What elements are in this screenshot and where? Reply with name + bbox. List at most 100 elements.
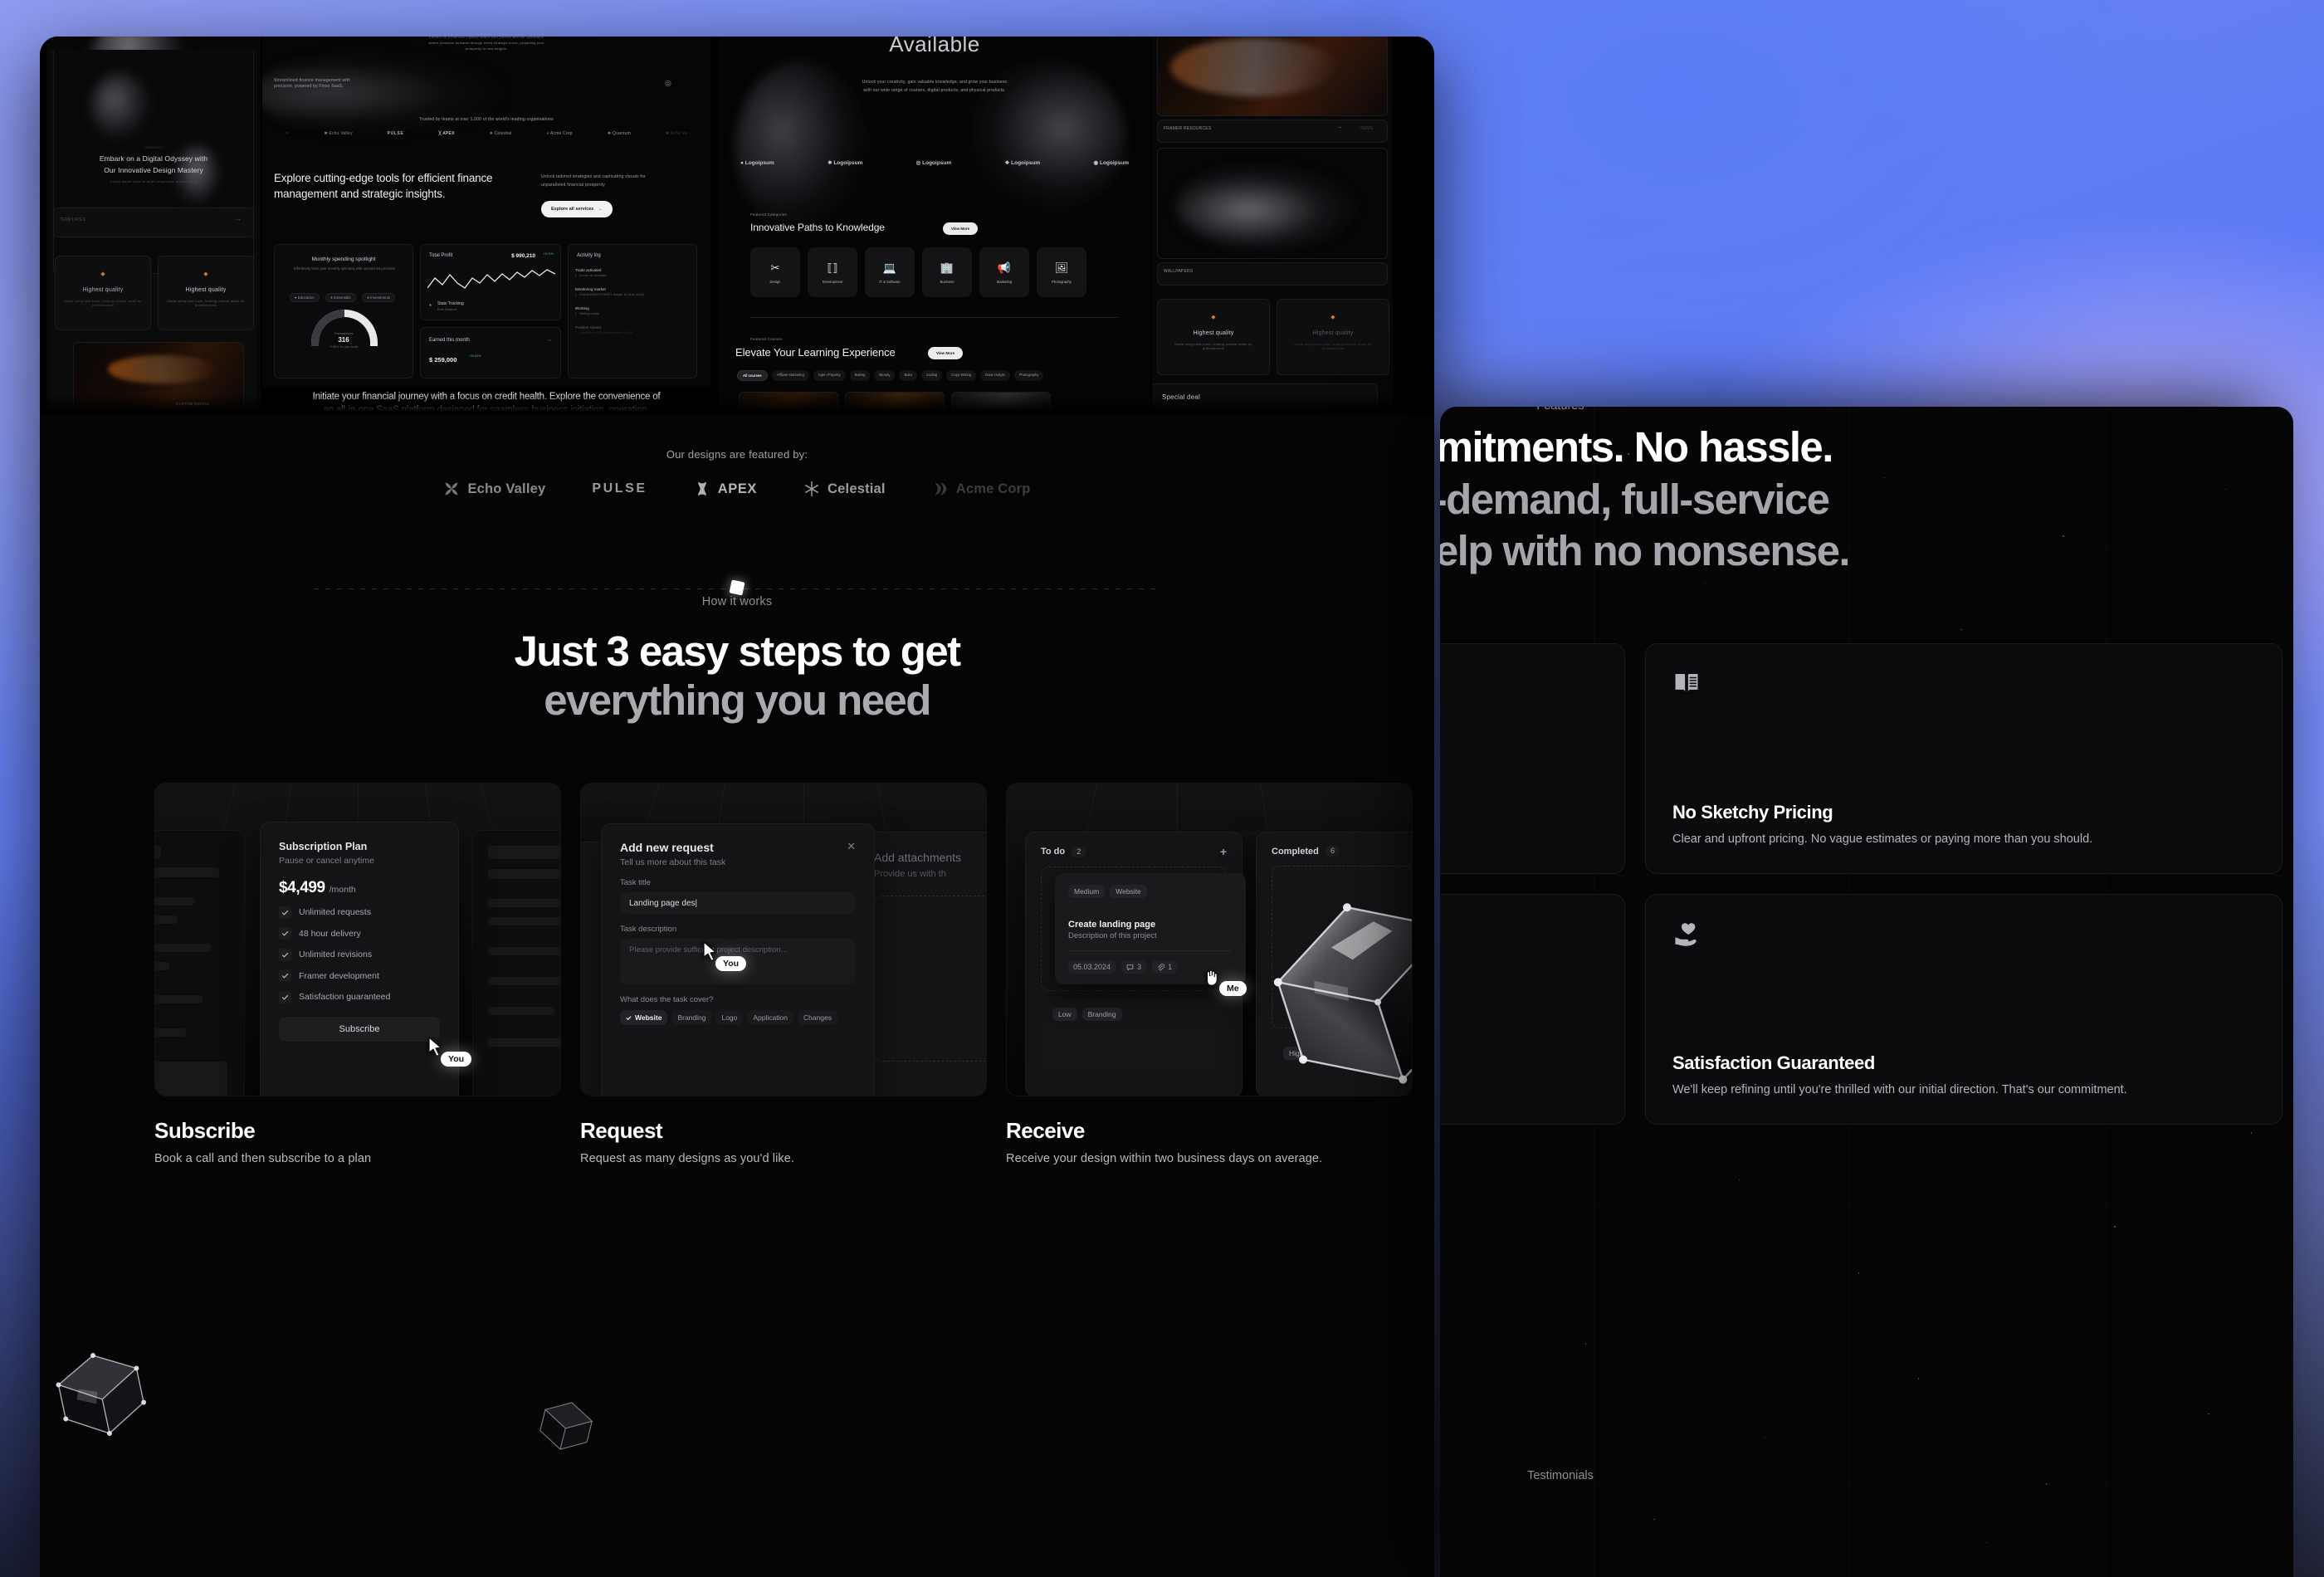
category-card-design[interactable]: ✂ Design [750,247,800,297]
feature-card-lightning-fast[interactable]: Lightning Fast No waiting around—we dive… [1440,643,1625,874]
form-title: Add new request [620,841,714,855]
logo-label: Acme Corp [955,481,1031,496]
kanban-card-high[interactable]: High [1272,1035,1412,1079]
resources-items-label: ITEMS [1360,126,1374,131]
cover-chip-logo[interactable]: Logo [715,1010,744,1026]
finance-cta-button[interactable]: Explore all services → [541,201,613,217]
finance-tracking-title: Stats Tracking [437,301,464,306]
tracking-icon: ● [429,303,432,308]
subscribe-button[interactable]: Subscribe [279,1016,440,1042]
plus-icon[interactable]: + [1220,846,1227,857]
step-request-visual: Add attachments Provide us with th Add n… [580,783,987,1097]
step-request: Add attachments Provide us with th Add n… [580,783,987,1165]
filter-chip[interactable]: Copy Writing [946,370,977,381]
cover-chip-changes[interactable]: Changes [797,1010,838,1026]
cursor-pointer-you: You [427,1037,472,1067]
collage-quality-title: Highest quality [82,287,124,293]
check-icon [279,948,291,961]
plan-feature: Unlimited revisions [279,948,440,961]
resources-wallpapers-label: WALLPAPERS [1164,269,1194,274]
task-title-input[interactable]: Landing page des| [620,892,856,915]
shield-icon: ◆ [100,271,105,277]
crystal-cube-small-left [46,1340,157,1450]
plan-title: Subscription Plan [279,841,368,853]
finance-earned-delta: +10.61% [469,354,481,358]
resources-quality-desc: Made using best tools, looking custom ma… [1294,342,1372,351]
feature-card-satisfaction-guaranteed[interactable]: Satisfaction Guaranteed We'll keep refin… [1645,894,2282,1125]
megaphone-icon: 📢 [997,261,1012,274]
feature-description: Clear and upfront pricing. No vague esti… [1672,832,2093,847]
logo-label: Celestial [828,481,886,496]
kanban-card-lower[interactable]: Low Branding [1041,998,1227,1073]
filter-chip[interactable]: Buku [899,370,917,381]
finance-gauge-value: 316 [338,336,349,344]
learning-view-more-button[interactable]: View More [943,222,979,235]
more-icon[interactable]: → [546,337,552,343]
plan-feature-label: 48 hour delivery [299,928,361,939]
overlay-heading-line-2: Just on-demand, full-service [1440,475,1830,523]
category-label: Design [769,279,781,284]
learning-cat-eyebrow: Featured Categories [750,212,787,217]
collage-templates-headline-2: Our Innovative Design Mastery [104,166,203,174]
filter-chip[interactable]: Agen Property [813,370,846,381]
learning-sub-1: Unlock your creativity, gain valuable kn… [862,80,1008,85]
check-icon [279,927,291,940]
activity-title: Working [575,306,589,310]
cover-chip-website[interactable]: Website [620,1010,668,1026]
cursor-pointer-you: You [702,941,747,972]
filter-chip[interactable]: Coding [920,370,943,381]
design-tools-icon: ✂ [770,261,780,274]
check-icon [279,906,291,919]
attachment-dropzone[interactable] [874,896,986,1062]
finance-profit-title: Total Profit [429,253,453,258]
feature-card-no-sketchy-pricing[interactable]: No Sketchy Pricing Clear and upfront pri… [1645,643,2282,874]
featured-by-section: Our designs are featured by: Echo Valley… [40,415,1434,497]
category-card-it-software[interactable]: 💻 IT & Software [865,247,915,297]
logo-pulse[interactable]: PULSE [592,481,647,496]
laptop-icon: 💻 [882,261,897,274]
logo-label: PULSE [592,481,647,496]
feature-title: Affordable Pricing [1440,1052,1598,1074]
plan-feature: Satisfaction guaranteed [279,990,440,1003]
shield-icon: ◆ [1211,315,1216,320]
category-label: Development [822,279,843,284]
logo-acme-corp[interactable]: Acme Corp [932,481,1031,497]
filter-chip[interactable]: Beauty [874,370,896,381]
task-description-label: Task description [620,925,677,935]
collage-templates-headline-1: Embark on a Digital Odyssey with [99,154,208,163]
learning-view-more-courses-button[interactable]: View More [928,347,964,359]
arrow-right-icon: → [1336,123,1344,130]
logo-apex[interactable]: APEX [694,481,757,497]
category-card-development[interactable]: ⟦⟧ Development [808,247,857,297]
task-description: Description of this project [1068,931,1157,941]
category-card-business[interactable]: 🏢 Business [922,247,972,297]
close-icon[interactable]: ✕ [847,841,856,852]
resources-quality-title: Highest quality [1312,330,1354,336]
cover-chip-branding[interactable]: Branding [671,1010,712,1026]
step-description: Receive your design within two business … [1006,1152,1323,1166]
resources-quality-title: Highest quality [1193,330,1234,336]
finance-profit-delta: +8.71% [543,252,554,256]
filter-chip[interactable]: Baking [849,370,871,381]
category-card-photography[interactable]: 🖼 Photography [1037,247,1086,297]
logo-celestial[interactable]: Celestial [803,481,886,497]
kanban-tag-branding: Branding [1081,1008,1122,1022]
filter-chip[interactable]: Data Analyst [980,370,1010,381]
feature-title: No Sketchy Pricing [1672,802,1833,823]
camera-id-icon: 🖼 [1054,261,1069,274]
plan-feature-label: Framer development [299,970,379,981]
form-subtitle: Tell us more about this task [620,857,726,868]
kanban-column-completed: Completed 6 High [1256,832,1412,1096]
step-receive: To do 2 + Low Branding Completed 6 High … [1006,783,1413,1165]
filter-chip[interactable]: Photography [1013,370,1044,381]
how-title-line-1: Just 3 easy steps to get [514,627,962,675]
cover-chip-application[interactable]: Application [747,1010,793,1026]
kanban-dropzone[interactable] [1272,866,1412,1029]
collage-templates-note: Lorem ipsum dolor sit amet consectetur a… [110,179,198,183]
filter-chip[interactable]: Affiliate Marketing [771,370,809,381]
logo-echo-valley[interactable]: Echo Valley [443,481,545,497]
category-card-marketing[interactable]: 📢 Marketing [979,247,1029,297]
filter-chip[interactable]: All courses [737,370,768,381]
feature-card-affordable-pricing[interactable]: Affordable Pricing Get grade A talent at… [1440,894,1625,1125]
collage-quality-desc: Made using best tools, looking custom ma… [64,299,142,308]
